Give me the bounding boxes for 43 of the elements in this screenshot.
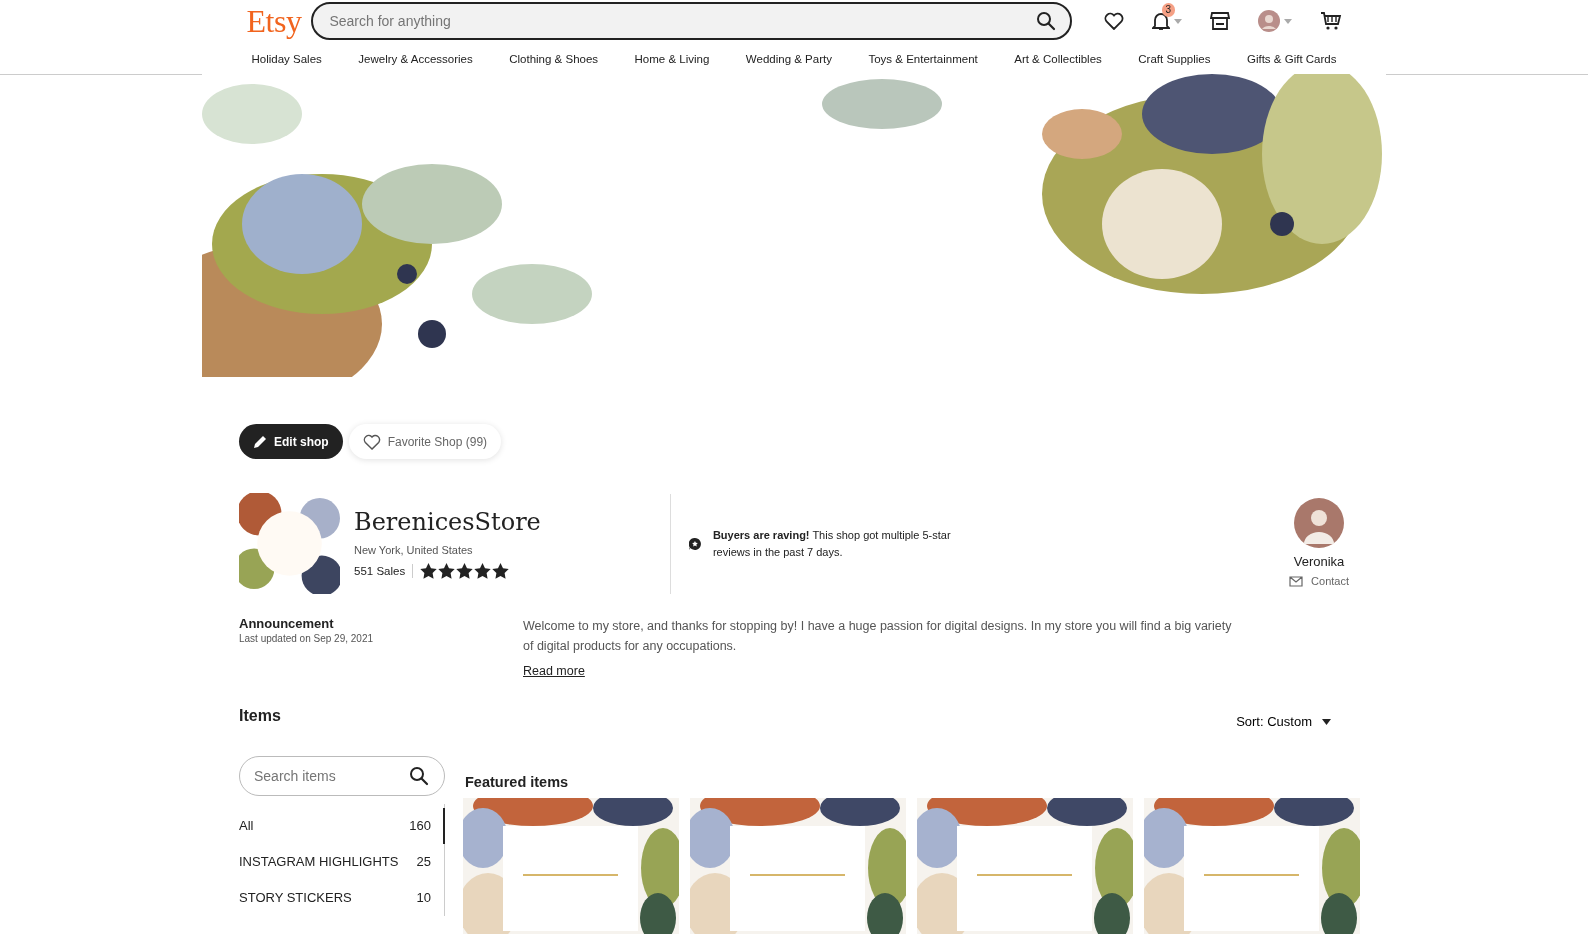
category-link[interactable]: Toys & Entertainment (868, 53, 978, 65)
sort-dropdown[interactable]: Sort: Custom (1230, 713, 1337, 730)
section-item[interactable]: All 160 (239, 808, 445, 844)
heart-icon[interactable] (1103, 12, 1124, 30)
bell-icon[interactable] (1151, 11, 1170, 31)
category-link[interactable]: Home & Living (634, 53, 710, 65)
category-link[interactable]: Gifts & Gift Cards (1247, 53, 1337, 65)
review-highlight: Buyers are raving! This shop got multiple 5-star reviews in the past 7 days. (712, 527, 952, 560)
shop-location: New York, United States (354, 544, 474, 556)
category-link[interactable]: Art & Collectibles (1014, 53, 1102, 65)
search-icon[interactable] (409, 766, 429, 786)
category-link[interactable]: Wedding & Party (745, 53, 832, 65)
items-heading: Items (239, 706, 281, 725)
pencil-icon (253, 434, 267, 449)
announcement-text: Welcome to my store, and thanks for stopping by! I have a huge passion for digital designs. In my store you will find a big variety of digital products for any occupations. (523, 618, 1233, 655)
avatar-icon (1294, 498, 1345, 548)
section-item[interactable]: STORY STICKERS 10 (239, 880, 445, 916)
caret-icon (1322, 718, 1331, 725)
category-link[interactable]: Craft Supplies (1138, 53, 1211, 65)
contact-link[interactable]: Contact (1289, 575, 1349, 587)
search-items-field[interactable]: Search items (239, 756, 445, 796)
section-item[interactable]: INSTAGRAM HIGHLIGHTS 25 (239, 844, 445, 880)
heart-icon (362, 433, 381, 450)
featured-heading: Featured items (465, 774, 570, 790)
owner-name: Veronika (1293, 554, 1345, 569)
notification-badge: 3 (1161, 3, 1176, 17)
avatar-icon[interactable] (1257, 10, 1280, 32)
mail-icon (1289, 575, 1304, 587)
edit-shop-button[interactable]: Edit shop (239, 424, 343, 459)
category-link[interactable]: Clothing & Shoes (509, 53, 599, 65)
cart-icon[interactable] (1319, 11, 1342, 31)
favorite-shop-button[interactable]: Favorite Shop (99) (348, 424, 502, 459)
search-field[interactable]: Search for anything (311, 2, 1072, 40)
sales-count: 551 Sales (354, 565, 406, 577)
star-badge-icon (689, 535, 701, 552)
shop-icon[interactable] (1209, 12, 1230, 30)
shop-name: BerenicesStore (354, 508, 542, 536)
category-link[interactable]: Holiday Sales (251, 53, 322, 65)
read-more-link[interactable]: Read more (523, 664, 585, 678)
search-icon[interactable] (1035, 11, 1056, 31)
category-link[interactable]: Jewelry & Accessories (358, 53, 473, 65)
announcement-title: Announcement (239, 616, 335, 631)
announcement-date: Last updated on Sep 29, 2021 (239, 633, 374, 644)
